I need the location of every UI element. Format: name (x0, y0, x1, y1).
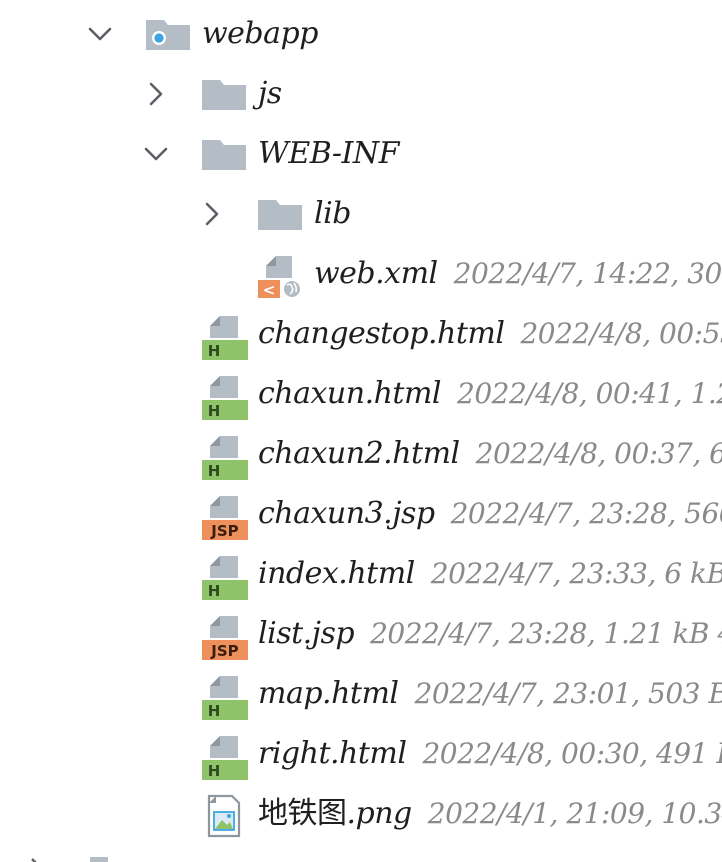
tree-item-label: chaxun2.html 2022/4/8, 00:37, 629 (258, 434, 722, 474)
tree-item-label: chaxun3.jsp 2022/4/7, 23:28, 566 B (258, 494, 722, 534)
tree-item-file[interactable]: H changestop.html 2022/4/8, 00:55, 1. (0, 304, 722, 364)
jsp-file-icon: JSP (202, 494, 248, 540)
file-meta: 2022/4/8, 00:41, 1.26 k (457, 377, 722, 410)
tree-item-label: list.jsp 2022/4/7, 23:28, 1.21 kB 4 m (258, 614, 722, 654)
chevron-down-icon[interactable] (142, 140, 170, 168)
chevron-down-icon[interactable] (86, 20, 114, 48)
file-name: list.jsp (258, 616, 355, 651)
svg-text:JSP: JSP (210, 642, 238, 660)
chevron-right-icon[interactable] (142, 80, 170, 108)
tree-item-file[interactable]: H map.html 2022/4/7, 23:01, 503 B 4 (0, 664, 722, 724)
tree-item-label: webapp (202, 16, 318, 51)
html-file-icon: H (202, 554, 248, 600)
tree-item-lib[interactable]: lib (0, 184, 722, 244)
svg-text:JSP: JSP (210, 522, 238, 540)
file-extension: .png (346, 796, 413, 831)
tree-item-label: WEB-INF (258, 136, 399, 171)
file-name: chaxun.html (258, 376, 442, 411)
svg-text:H: H (208, 462, 221, 480)
file-meta: 2022/4/8, 00:30, 491 B M (422, 737, 722, 770)
jsp-file-icon: JSP (202, 614, 248, 660)
tree-item-label: right.html 2022/4/8, 00:30, 491 B M (258, 734, 722, 774)
html-file-icon: H (202, 734, 248, 780)
file-meta: 2022/4/8, 00:55, 1. (520, 317, 722, 350)
file-meta: 2022/4/7, 23:28, 1.21 kB 4 m (370, 617, 722, 650)
chevron-right-icon[interactable] (198, 200, 226, 228)
tree-item-web-inf[interactable]: WEB-INF (0, 124, 722, 184)
tree-item-label: lib (314, 196, 351, 231)
file-name: chaxun2.html (258, 436, 460, 471)
html-file-icon: H (202, 434, 248, 480)
chevron-right-icon (24, 848, 44, 862)
tree-item-web-xml[interactable]: < web.xml 2022/4/7, 14:22, 304 B (0, 244, 722, 304)
folder-icon (258, 198, 304, 234)
tree-item-label: 地铁图.png 2022/4/1, 21:09, 10.34 (258, 794, 722, 834)
tree-item-file[interactable]: JSP list.jsp 2022/4/7, 23:28, 1.21 kB 4 m (0, 604, 722, 664)
file-name: chaxun3.jsp (258, 496, 435, 531)
file-name: 地铁图 (258, 796, 347, 831)
file-meta: 2022/4/7, 23:33, 6 kB 4 (430, 557, 722, 590)
tree-item-label: chaxun.html 2022/4/8, 00:41, 1.26 k (258, 374, 722, 414)
tree-item-file[interactable]: H index.html 2022/4/7, 23:33, 6 kB 4 (0, 544, 722, 604)
file-name: map.html (258, 676, 399, 711)
html-file-icon: H (202, 674, 248, 720)
tree-item-file[interactable]: JSP chaxun3.jsp 2022/4/7, 23:28, 566 B (0, 484, 722, 544)
file-meta: 2022/4/1, 21:09, 10.34 (427, 797, 722, 830)
file-name: changestop.html (258, 316, 505, 351)
svg-text:H: H (208, 582, 221, 600)
tree-item-file[interactable]: H chaxun2.html 2022/4/8, 00:37, 629 (0, 424, 722, 484)
tree-item-label: web.xml 2022/4/7, 14:22, 304 B (314, 254, 722, 294)
html-file-icon: H (202, 314, 248, 360)
tree-item-webapp[interactable]: webapp (0, 4, 722, 64)
image-file-icon (206, 794, 252, 840)
tree-item-label: map.html 2022/4/7, 23:01, 503 B 4 (258, 674, 722, 714)
tree-item-file[interactable]: H right.html 2022/4/8, 00:30, 491 B M (0, 724, 722, 784)
svg-text:H: H (208, 702, 221, 720)
file-meta: 2022/4/7, 23:28, 566 B (450, 497, 722, 530)
file-meta: 2022/4/7, 14:22, 304 B (453, 257, 722, 290)
folder-icon (90, 848, 120, 862)
file-meta: 2022/4/8, 00:37, 629 (475, 437, 722, 470)
file-meta: 2022/4/7, 23:01, 503 B 4 (414, 677, 722, 710)
folder-icon (202, 78, 248, 114)
svg-text:<: < (263, 281, 276, 299)
svg-text:H: H (208, 762, 221, 780)
file-name: right.html (258, 736, 407, 771)
tree-item-file[interactable]: 地铁图.png 2022/4/1, 21:09, 10.34 (0, 784, 722, 844)
svg-text:H: H (208, 342, 221, 360)
tree-item-file[interactable]: H chaxun.html 2022/4/8, 00:41, 1.26 k (0, 364, 722, 424)
tree-item-js[interactable]: js (0, 64, 722, 124)
tree-item-label: index.html 2022/4/7, 23:33, 6 kB 4 (258, 554, 722, 594)
folder-icon (202, 138, 248, 174)
tree-item-label: changestop.html 2022/4/8, 00:55, 1. (258, 314, 722, 354)
html-file-icon: H (202, 374, 248, 420)
project-tree: webapp js WEB-INF lib < web.xml 2022/4/7… (0, 0, 722, 862)
file-name: index.html (258, 556, 415, 591)
svg-text:H: H (208, 402, 221, 420)
tree-item-label: js (258, 76, 282, 111)
web-module-folder-icon (146, 18, 192, 54)
file-name: web.xml (314, 256, 438, 291)
xml-config-file-icon: < (258, 254, 304, 300)
